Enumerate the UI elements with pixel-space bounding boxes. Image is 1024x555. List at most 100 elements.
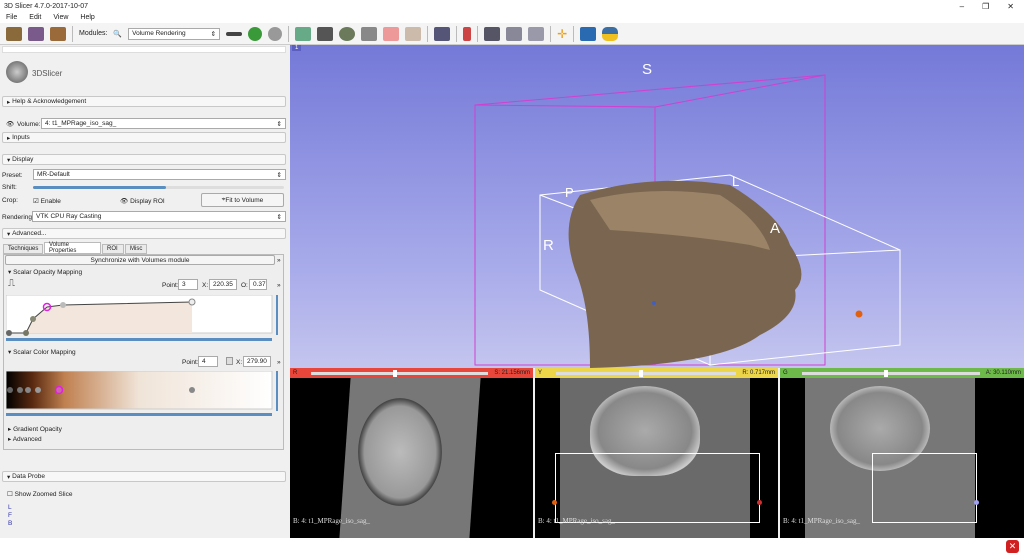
search-icon[interactable]: 🔍: [113, 30, 122, 38]
data-probe-section[interactable]: ▾ Data Probe: [2, 471, 286, 482]
markups-icon[interactable]: [383, 26, 400, 41]
slicer-logo-icon: [6, 61, 28, 83]
rendering-label: Rendering:: [2, 214, 34, 221]
axis-label-r: R: [543, 237, 554, 254]
shift-slider[interactable]: [33, 186, 284, 189]
volume-label: Volume:: [17, 121, 41, 128]
step-function-icon[interactable]: ⎍: [8, 278, 15, 289]
shift-label: Shift:: [2, 184, 17, 191]
slice-offset-slider[interactable]: [801, 369, 980, 377]
show-zoomed-slice-checkbox[interactable]: ☐ Show Zoomed Slice: [7, 490, 72, 498]
more-icon[interactable]: »: [277, 282, 281, 289]
module-history-icon[interactable]: [226, 31, 243, 36]
green-slice-controller: G A: 30.110mm: [780, 368, 1024, 378]
volumes-icon[interactable]: [317, 26, 334, 41]
eye-icon[interactable]: 👁: [6, 120, 14, 128]
probe-f: F: [8, 512, 12, 519]
inputs-section[interactable]: ▸ Inputs: [2, 132, 286, 143]
menu-help[interactable]: Help: [80, 14, 94, 21]
o-label: O:: [241, 282, 248, 289]
green-slice-view[interactable]: B: 4: t1_MPRage_iso_sag_: [780, 378, 1024, 538]
tab-techniques[interactable]: Techniques: [3, 244, 43, 254]
slice-offset-slider[interactable]: [556, 369, 737, 377]
tab-volume-properties[interactable]: Volume Properties: [44, 242, 101, 254]
advanced-section[interactable]: ▾ Advanced...: [2, 228, 286, 239]
slice-id[interactable]: Y: [538, 370, 542, 376]
slice-offset-slider[interactable]: [311, 369, 489, 377]
opacity-o-spinbox[interactable]: 0.37: [249, 279, 267, 290]
fit-to-volume-button[interactable]: ⌖ Fit to Volume: [201, 193, 284, 207]
display-roi-toggle[interactable]: 👁 Display ROI: [120, 197, 165, 205]
yellow-slice-view[interactable]: B: 4: t1_MPRage_iso_sag_: [535, 378, 778, 538]
control-point: [6, 330, 12, 336]
3d-view[interactable]: 1 S L P A R: [290, 45, 1024, 368]
back-icon[interactable]: [248, 26, 263, 41]
forward-icon[interactable]: [268, 26, 283, 41]
opacity-point-spinbox[interactable]: 3: [178, 279, 198, 290]
color-section[interactable]: ▾ Scalar Color Mapping: [8, 348, 76, 356]
synchronize-button[interactable]: Synchronize with Volumes module: [5, 255, 275, 265]
tab-roi[interactable]: ROI: [102, 244, 124, 254]
color-transfer-function[interactable]: [6, 371, 278, 416]
slice-id[interactable]: R: [293, 370, 297, 376]
menu-file[interactable]: File: [6, 14, 17, 21]
extension-manager-icon[interactable]: [580, 26, 597, 41]
axis-label-l: L: [732, 174, 740, 189]
maximize-button[interactable]: ❐: [982, 2, 989, 11]
models-icon[interactable]: [339, 26, 356, 41]
enable-checkbox[interactable]: ☑ Enable: [33, 197, 61, 205]
more-icon[interactable]: »: [277, 359, 281, 366]
load-data-icon[interactable]: [6, 26, 22, 41]
point-label: Point:: [182, 359, 199, 366]
display-section[interactable]: ▾ Display: [2, 154, 286, 165]
error-log-icon[interactable]: ✕: [1006, 540, 1019, 553]
tab-misc[interactable]: Misc: [125, 244, 147, 254]
opacity-transfer-function[interactable]: [6, 295, 278, 343]
preset-selector[interactable]: MR-Default ⇕: [33, 169, 286, 180]
close-button[interactable]: ✕: [1007, 2, 1014, 11]
data-module-icon[interactable]: [295, 26, 312, 41]
python-icon[interactable]: [602, 26, 619, 41]
window-title: 3D Slicer 4.7.0-2017-10-07: [4, 2, 89, 10]
slice-caption: B: 4: t1_MPRage_iso_sag_: [293, 517, 371, 525]
menu-edit[interactable]: Edit: [29, 14, 41, 21]
slice-id[interactable]: G: [783, 370, 788, 376]
dicom-icon[interactable]: [28, 26, 44, 41]
slice-offset-value: R: 0.717mm: [742, 370, 775, 376]
mouse-mode-icon[interactable]: [463, 26, 472, 41]
red-slice-view[interactable]: B: 4: t1_MPRage_iso_sag_: [290, 378, 533, 538]
modules-label: Modules:: [79, 30, 108, 37]
logo-text: 3DSlicer: [32, 69, 63, 78]
volume-selector[interactable]: 4: t1_MPRage_iso_sag_ ⇕: [41, 118, 286, 129]
toolbar: Modules: 🔍 Volume Rendering ⇕ ✛: [0, 23, 1024, 45]
module-selector[interactable]: Volume Rendering ⇕: [128, 27, 221, 40]
view-number[interactable]: 1: [292, 45, 302, 51]
probe-b: B: [8, 520, 13, 527]
screenshot-icon[interactable]: [484, 26, 501, 41]
title-bar: 3D Slicer 4.7.0-2017-10-07 – ❐ ✕: [0, 0, 1024, 12]
layout-icon[interactable]: [434, 26, 451, 41]
crosshair-icon[interactable]: ✛: [557, 27, 567, 41]
menu-view[interactable]: View: [53, 14, 68, 21]
module-panel: 3DSlicer ▸ Help & Acknowledgement 👁 Volu…: [0, 45, 288, 555]
view-options-icon[interactable]: [528, 26, 545, 41]
opacity-x-spinbox[interactable]: 220.35: [209, 279, 237, 290]
minimize-button[interactable]: –: [960, 2, 964, 11]
gradient-opacity-section[interactable]: ▸ Gradient Opacity: [8, 425, 62, 433]
menu-bar: File Edit View Help: [0, 12, 1024, 23]
color-x-spinbox[interactable]: 279.90: [243, 356, 271, 367]
red-slice-controller: R S: 21.156mm: [290, 368, 533, 378]
color-point-spinbox[interactable]: 4: [198, 356, 218, 367]
transforms-icon[interactable]: [361, 26, 378, 41]
opacity-section[interactable]: ▾ Scalar Opacity Mapping: [8, 268, 82, 276]
save-icon[interactable]: [50, 26, 66, 41]
color-swatch[interactable]: [226, 357, 233, 365]
help-section[interactable]: ▸ Help & Acknowledgement: [2, 96, 286, 107]
scene-view-icon[interactable]: [506, 26, 523, 41]
more-icon[interactable]: »: [277, 257, 281, 264]
slice-offset-value: A: 30.110mm: [985, 370, 1021, 376]
advanced-subsection[interactable]: ▸ Advanced: [8, 435, 42, 443]
rendering-selector[interactable]: VTK CPU Ray Casting ⇕: [32, 211, 286, 222]
yellow-slice-controller: Y R: 0.717mm: [535, 368, 778, 378]
editor-icon[interactable]: [405, 26, 422, 41]
